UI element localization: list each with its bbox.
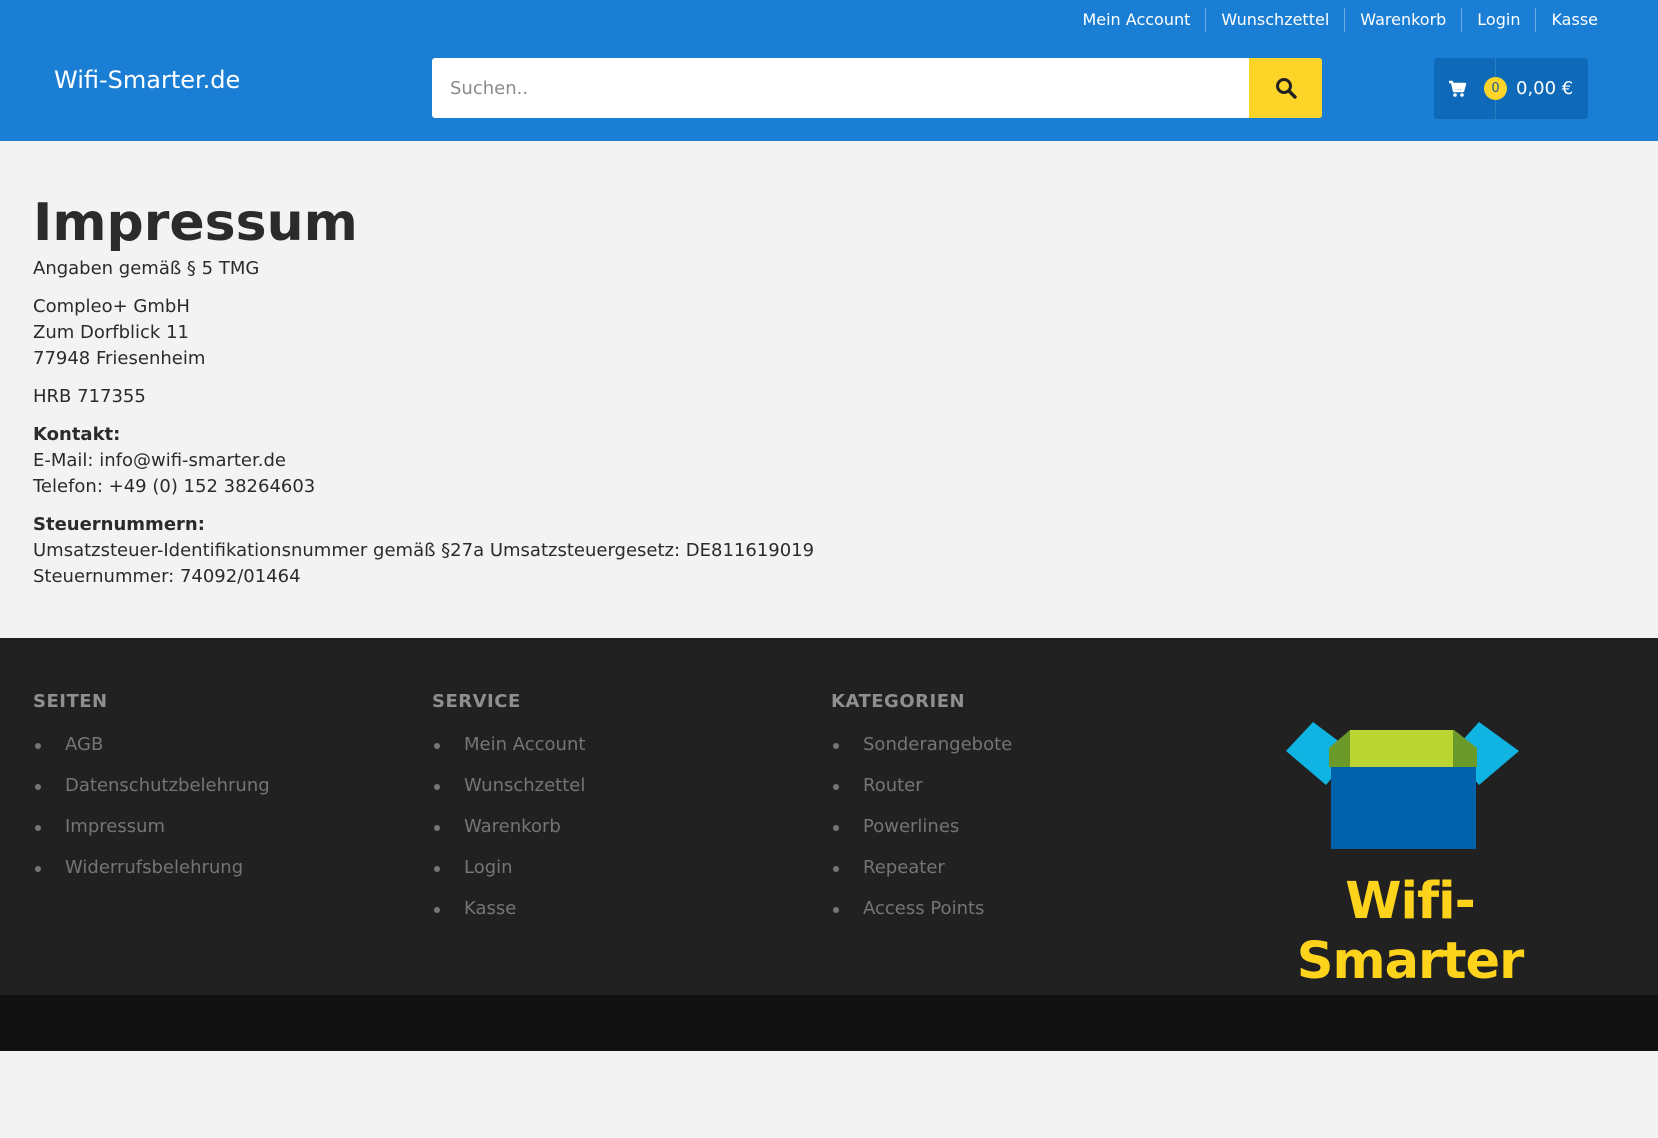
footer-link-datenschutz[interactable]: Datenschutzbelehrung — [65, 775, 270, 796]
contact-phone: Telefon: +49 (0) 152 38264603 — [33, 476, 316, 497]
footer-link-login[interactable]: Login — [464, 857, 513, 878]
page-title: Impressum — [33, 193, 358, 253]
cart-button[interactable]: 0 0,00 € — [1434, 58, 1588, 119]
main-content: Impressum Angaben gemäß § 5 TMG Compleo+… — [33, 190, 1033, 590]
list-item: Router — [831, 773, 1012, 814]
site-title-link[interactable]: Wifi-Smarter.de — [54, 64, 240, 96]
footer-link-repeater[interactable]: Repeater — [863, 857, 945, 878]
list-item: Sonderangebote — [831, 732, 1012, 773]
topnav-wunschzettel[interactable]: Wunschzettel — [1205, 8, 1344, 32]
list-item: Kasse — [432, 896, 585, 937]
footer-heading-service: SERVICE — [432, 691, 521, 712]
tmg-notice: Angaben gemäß § 5 TMG — [33, 258, 260, 279]
topnav-warenkorb[interactable]: Warenkorb — [1344, 8, 1461, 32]
list-item: Widerrufsbelehrung — [33, 855, 270, 896]
tax-number: Steuernummer: 74092/01464 — [33, 566, 301, 587]
contact-email: E-Mail: info@wifi-smarter.de — [33, 450, 286, 471]
footer-logo: Wifi-Smarter — [1255, 705, 1565, 991]
footer-link-router[interactable]: Router — [863, 775, 923, 796]
list-item: Powerlines — [831, 814, 1012, 855]
footer-link-wunschzettel[interactable]: Wunschzettel — [464, 775, 585, 796]
topnav-mein-account[interactable]: Mein Account — [1067, 8, 1205, 32]
footer-link-agb[interactable]: AGB — [65, 734, 103, 755]
top-navigation: Mein Account Wunschzettel Warenkorb Logi… — [1067, 8, 1598, 32]
list-item: Warenkorb — [432, 814, 585, 855]
contact-block: Kontakt: E-Mail: info@wifi-smarter.de Te… — [33, 422, 1033, 500]
list-item: Login — [432, 855, 585, 896]
footer-col-kategorien: KATEGORIEN Sonderangebote Router Powerli… — [831, 690, 1012, 937]
company-name: Compleo+ GmbH — [33, 296, 190, 317]
footer-col-seiten: SEITEN AGB Datenschutzbelehrung Impressu… — [33, 690, 270, 896]
footer-heading-kategorien: KATEGORIEN — [831, 691, 966, 712]
search-input[interactable] — [432, 58, 1249, 118]
shopping-cart-icon — [1448, 80, 1466, 97]
cart-total: 0,00 € — [1516, 78, 1574, 99]
list-item: Access Points — [831, 896, 1012, 937]
company-street: Zum Dorfblick 11 — [33, 322, 189, 343]
open-box-icon — [1286, 722, 1519, 849]
company-city: 77948 Friesenheim — [33, 348, 206, 369]
topnav-kasse[interactable]: Kasse — [1535, 8, 1598, 32]
topnav-login[interactable]: Login — [1461, 8, 1535, 32]
logo-text: Wifi-Smarter — [1296, 872, 1525, 991]
search-icon — [1275, 78, 1297, 99]
tax-block: Steuernummern: Umsatzsteuer-Identifikati… — [33, 512, 1033, 590]
vat-id: Umsatzsteuer-Identifikationsnummer gemäß… — [33, 540, 815, 561]
footer-bottom-bar — [0, 995, 1658, 1051]
cart-count-badge: 0 — [1484, 77, 1507, 100]
list-item: Wunschzettel — [432, 773, 585, 814]
cart-icon-wrap: 0 — [1434, 58, 1507, 119]
footer-link-mein-account[interactable]: Mein Account — [464, 734, 585, 755]
footer-link-impressum[interactable]: Impressum — [65, 816, 165, 837]
footer-heading-seiten: SEITEN — [33, 691, 108, 712]
search-form — [432, 58, 1322, 118]
footer-link-powerlines[interactable]: Powerlines — [863, 816, 959, 837]
company-address: Compleo+ GmbH Zum Dorfblick 11 77948 Fri… — [33, 294, 1033, 372]
site-header: Mein Account Wunschzettel Warenkorb Logi… — [0, 0, 1658, 141]
footer-link-sonderangebote[interactable]: Sonderangebote — [863, 734, 1012, 755]
contact-heading: Kontakt: — [33, 424, 121, 445]
footer-link-access-points[interactable]: Access Points — [863, 898, 984, 919]
footer-link-widerruf[interactable]: Widerrufsbelehrung — [65, 857, 243, 878]
footer-link-warenkorb[interactable]: Warenkorb — [464, 816, 561, 837]
footer-link-kasse[interactable]: Kasse — [464, 898, 516, 919]
list-item: Repeater — [831, 855, 1012, 896]
list-item: Mein Account — [432, 732, 585, 773]
footer-col-service: SERVICE Mein Account Wunschzettel Warenk… — [432, 690, 585, 937]
list-item: Impressum — [33, 814, 270, 855]
search-button[interactable] — [1249, 58, 1322, 118]
list-item: Datenschutzbelehrung — [33, 773, 270, 814]
tax-heading: Steuernummern: — [33, 514, 205, 535]
list-item: AGB — [33, 732, 270, 773]
register-number: HRB 717355 — [33, 386, 146, 407]
